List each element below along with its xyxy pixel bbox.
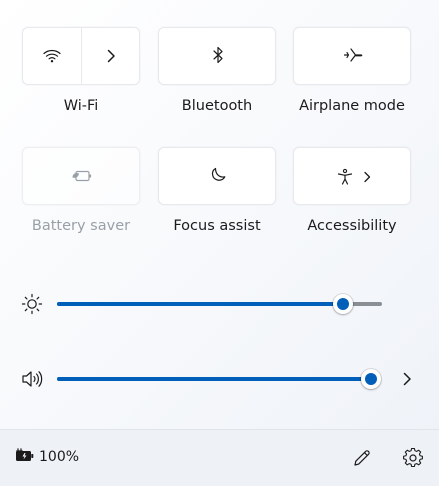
volume-slider-row (0, 364, 439, 394)
volume-slider-thumb[interactable] (361, 369, 381, 389)
pencil-icon (352, 448, 372, 468)
wifi-toggle[interactable] (23, 28, 81, 86)
accessibility-icon (336, 168, 371, 186)
bluetooth-tile[interactable] (158, 27, 276, 85)
volume-output-expand-button[interactable] (398, 368, 416, 390)
chevron-right-icon (106, 48, 116, 67)
wifi-expand-button[interactable] (82, 28, 140, 86)
brightness-icon (21, 293, 43, 319)
brightness-thumb-dot (337, 298, 349, 310)
wifi-label: Wi-Fi (63, 98, 99, 114)
accessibility-tile[interactable] (293, 147, 411, 205)
focus-assist-icon-wrap (159, 148, 277, 206)
wifi-tile[interactable] (22, 27, 140, 85)
all-settings-button[interactable] (401, 446, 425, 470)
bluetooth-icon-wrap (159, 28, 277, 86)
focus-assist-label: Focus assist (173, 218, 261, 234)
brightness-slider-thumb[interactable] (333, 294, 353, 314)
quick-settings-panel: Wi-Fi Bluetooth Airplane mode Battery sa… (0, 0, 439, 486)
edit-quick-settings-button[interactable] (350, 446, 374, 470)
brightness-slider-row (0, 289, 439, 319)
moon-icon (209, 166, 227, 188)
airplane-mode-label: Airplane mode (299, 98, 405, 114)
focus-assist-tile[interactable] (158, 147, 276, 205)
speaker-icon (21, 369, 43, 393)
airplane-mode-tile[interactable] (293, 27, 411, 85)
chevron-right-icon (402, 372, 412, 386)
battery-saver-icon (71, 168, 93, 187)
battery-saver-tile[interactable] (22, 147, 140, 205)
accessibility-icon-wrap (294, 148, 412, 206)
volume-track-fill (57, 377, 371, 381)
battery-saver-icon-wrap (23, 148, 141, 206)
quick-settings-footer: 100% (0, 429, 439, 486)
volume-thumb-dot (365, 373, 377, 385)
airplane-icon (343, 46, 363, 68)
battery-saver-label: Battery saver (31, 218, 131, 234)
brightness-track-fill (57, 302, 343, 306)
battery-percentage[interactable]: 100% (39, 449, 79, 465)
bluetooth-icon (212, 46, 224, 68)
airplane-icon-wrap (294, 28, 412, 86)
wifi-icon (43, 48, 61, 67)
battery-charging-icon (14, 448, 36, 468)
bluetooth-label: Bluetooth (181, 98, 253, 114)
gear-icon (403, 448, 423, 468)
chevron-right-icon (363, 171, 371, 183)
accessibility-label: Accessibility (307, 218, 397, 234)
